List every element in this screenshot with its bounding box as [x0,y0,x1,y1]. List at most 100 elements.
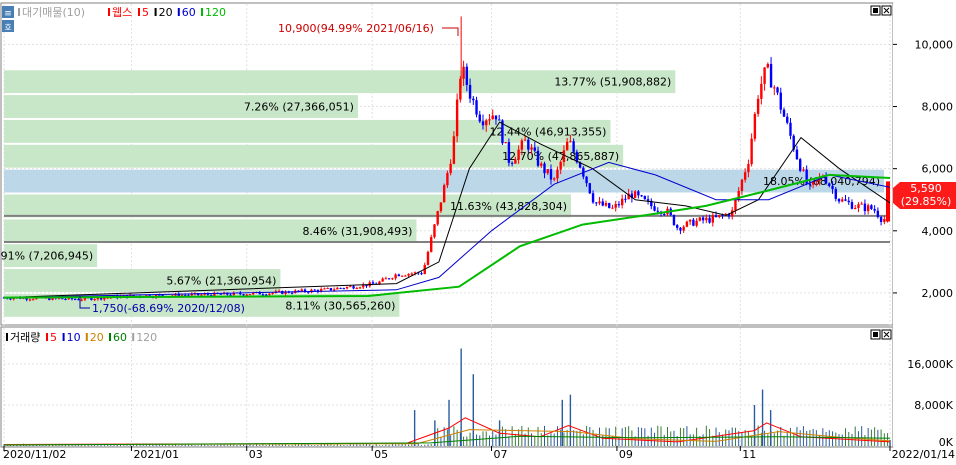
legend-label[interactable]: 20 [90,331,104,344]
candle-body [866,205,870,212]
candle-body [248,294,252,296]
candle-body [540,163,543,166]
candle-body [766,63,770,68]
legend-label[interactable]: 10 [67,331,81,344]
candle-body [80,299,83,301]
candle-body [57,298,61,300]
candle-body [802,169,805,171]
price-legend: 대기매물(10) 웹스 5 20 60 120 [18,6,226,19]
candle-body [329,288,333,291]
candle-body [31,299,35,301]
legend-label[interactable]: 120 [136,331,157,344]
candle-body [520,140,524,150]
legend-swatch [177,8,180,16]
candle-body [601,201,604,206]
candle-body [271,292,274,294]
candle-body [549,169,553,180]
candle-body [468,84,472,99]
legend-label[interactable]: 60 [113,331,127,344]
candle-body [854,207,857,209]
legend-swatch [154,8,157,16]
candle-body [326,288,329,290]
legend-swatch [201,8,203,16]
volume-profile-label: 8.11% (30,565,260) [285,299,395,312]
candle-body [229,294,232,296]
candle-body [313,289,316,291]
candle-body [452,136,456,164]
legend-label[interactable]: 120 [205,6,226,19]
candle-body [718,215,721,217]
legend-swatch [62,333,65,341]
candle-body [245,294,248,296]
volume-profile-label: 13.77% (51,908,882) [554,76,671,89]
legend-swatch [132,333,135,341]
legend-swatch [6,333,8,341]
x-tick-label: 05 [374,448,388,461]
volume-maximize-icon-fill [873,332,878,337]
candle-body [870,205,873,209]
candle-body [553,178,556,180]
candle-body [488,119,491,121]
candle-body [773,87,776,89]
candle-body [834,189,837,199]
candle-body [701,217,705,221]
candle-body [530,147,533,150]
candle-body [339,287,342,289]
legend-label[interactable]: 60 [182,6,196,19]
volume-profile-label: 12.44% (46,913,355) [489,125,606,138]
legend-label[interactable]: 5 [50,331,57,344]
candle-body [9,298,12,300]
current-change: (29.85%) [901,195,952,208]
candle-body [504,142,507,144]
legend-label[interactable]: 웹스 [112,6,132,19]
candle-body [510,162,514,164]
volume-profile-label: 8.46% (31,908,493) [302,225,412,238]
candle-body [743,172,747,180]
candle-body [879,217,883,222]
candle-body [624,198,627,200]
candle-body [692,219,695,226]
candle-body [290,292,294,294]
candle-body [850,202,854,209]
candle-body [740,179,744,191]
x-tick-label: 03 [249,448,263,461]
candle-body [507,142,511,163]
candle-body [595,202,598,204]
candle-body [608,203,611,208]
candle-body [64,299,67,301]
candle-body [355,288,358,290]
candle-body [798,159,802,171]
candle-body [585,176,588,184]
candle-body [695,220,698,226]
legend-swatch [109,333,111,341]
candle-body [342,288,346,290]
candle-body [559,161,562,170]
volume-y-tick-label: 16,000K [907,358,953,371]
legend-label[interactable]: 20 [159,6,173,19]
candle-body [685,221,689,227]
candle-body [455,99,459,137]
candle-body [446,173,449,186]
candle-body [760,83,763,99]
candle-body [847,200,850,203]
legend-label[interactable]: 대기매물(10) [22,6,85,19]
candle-body [857,204,860,208]
candle-body [565,141,569,151]
candle-body [591,193,595,203]
candle-body [397,274,401,277]
candle-body [786,116,789,123]
maximize-icon-fill [873,8,878,13]
candle-body [562,150,566,162]
candle-body [556,169,559,179]
candle-body [93,299,96,301]
y-tick-label: 10,000 [915,38,954,51]
y-tick-label: 8,000 [922,101,954,114]
candle-body [598,201,601,204]
legend-label[interactable]: 5 [142,6,149,19]
candle-body [497,119,501,121]
x-tick-label: 2021/01 [133,448,179,461]
legend-label[interactable]: 거래량 [10,331,40,344]
candle-body [478,114,481,122]
candle-body [494,115,498,120]
candle-body [536,150,540,166]
